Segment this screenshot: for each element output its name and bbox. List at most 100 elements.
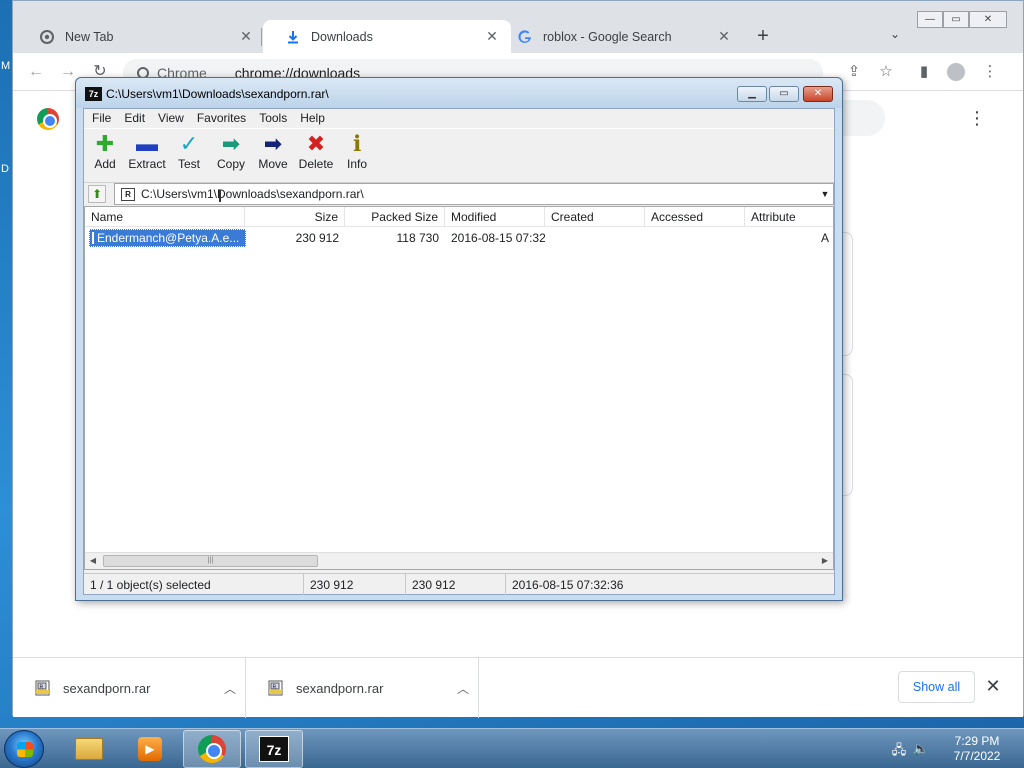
scrollbar-thumb[interactable]: ||| — [103, 555, 318, 567]
clock-date: 7/7/2022 — [953, 749, 1001, 763]
menu-edit[interactable]: Edit — [124, 111, 145, 125]
close-icon[interactable]: ✕ — [237, 28, 255, 45]
chrome-icon — [198, 735, 226, 763]
plus-icon: ✚ — [95, 131, 115, 156]
tab-downloads[interactable]: Downloads ✕ — [263, 20, 511, 53]
list-header: Name Size Packed Size Modified Created A… — [85, 207, 833, 227]
7zip-title-bar[interactable]: 7z C:\Users\vm1\Downloads\sexandporn.rar… — [76, 78, 842, 108]
column-header-created[interactable]: Created — [545, 207, 645, 227]
bookmark-star-icon[interactable]: ☆ — [875, 61, 897, 83]
volume-icon[interactable]: 🔈 — [912, 741, 930, 757]
copy-button[interactable]: ➡ Copy — [210, 131, 252, 177]
add-button[interactable]: ✚ Add — [84, 131, 126, 177]
column-header-name[interactable]: Name — [85, 207, 245, 227]
close-icon[interactable]: ✕ — [715, 28, 733, 45]
profile-avatar-icon[interactable] — [945, 61, 967, 83]
column-header-packed-size[interactable]: Packed Size — [345, 207, 445, 227]
chevron-up-icon[interactable]: ︿ — [215, 680, 245, 697]
download-icon — [285, 29, 301, 45]
column-header-attribute[interactable]: Attribute — [745, 207, 833, 227]
info-button[interactable]: ℹ Info — [336, 131, 378, 177]
chrome-logo-icon — [37, 108, 59, 130]
rar-file-icon: R — [35, 680, 51, 696]
start-button[interactable] — [4, 730, 44, 768]
size-cell: 230 912 — [295, 231, 339, 245]
tab-title: New Tab — [65, 29, 114, 44]
7zip-toolbar: ✚ Add ▬ Extract ✓ Test ➡ Copy ➡ Move ✖ D… — [84, 128, 834, 178]
delete-button[interactable]: ✖ Delete — [294, 131, 338, 177]
maximize-button[interactable]: ▭ — [769, 86, 799, 102]
more-options-icon[interactable]: ⋮ — [968, 108, 986, 129]
svg-text:R: R — [273, 684, 277, 690]
minus-icon: ▬ — [136, 131, 158, 156]
file-name-cell[interactable]: Endermanch@Petya.A.e... — [89, 229, 246, 247]
path-text: C:\Users\vm1\Downloads\sexandporn.rar\ — [141, 187, 364, 201]
test-button[interactable]: ✓ Test — [168, 131, 210, 177]
status-selected: 1 / 1 object(s) selected — [84, 573, 304, 595]
close-shelf-icon[interactable]: ✕ — [983, 676, 1003, 696]
taskbar-chrome[interactable] — [183, 730, 241, 768]
toolbar-label: Info — [346, 157, 367, 171]
scroll-left-arrow-icon[interactable]: ◀ — [85, 553, 101, 569]
system-tray: 🖧 🔈 7:29 PM 7/7/2022 — [884, 729, 1024, 768]
svg-text:R: R — [40, 684, 44, 690]
new-tab-button[interactable]: + — [751, 26, 775, 48]
close-window-button[interactable]: ✕ — [803, 86, 833, 102]
scroll-right-arrow-icon[interactable]: ▶ — [817, 553, 833, 569]
minimize-button[interactable]: ▁ — [737, 86, 767, 102]
show-all-button[interactable]: Show all — [898, 671, 975, 703]
minimize-button[interactable]: — — [917, 11, 943, 28]
window-title: C:\Users\vm1\Downloads\sexandporn.rar\ — [106, 87, 329, 101]
side-panel-icon[interactable]: ▮ — [913, 61, 935, 83]
chevron-up-icon[interactable]: ︿ — [448, 680, 478, 697]
taskbar-media-player[interactable]: ▶ — [121, 730, 179, 768]
tab-roblox-search[interactable]: roblox - Google Search ✕ — [495, 20, 743, 53]
7zip-window: 7z C:\Users\vm1\Downloads\sexandporn.rar… — [75, 77, 843, 601]
x-icon: ✖ — [306, 131, 326, 156]
text-cursor — [219, 190, 221, 202]
shelf-download-item[interactable]: R sexandporn.rar ︿ — [246, 658, 479, 718]
menu-tools[interactable]: Tools — [259, 111, 287, 125]
move-button[interactable]: ➡ Move — [252, 131, 294, 177]
7zip-client-area: File Edit View Favorites Tools Help ✚ Ad… — [83, 108, 835, 595]
shelf-download-item[interactable]: R sexandporn.rar ︿ — [13, 658, 246, 718]
taskbar-7zip[interactable]: 7z — [245, 730, 303, 768]
taskbar: ▶ 7z 🖧 🔈 7:29 PM 7/7/2022 — [0, 728, 1024, 768]
up-folder-icon[interactable]: ⬆ — [88, 185, 106, 203]
toolbar-label: Add — [94, 157, 116, 171]
menu-view[interactable]: View — [158, 111, 184, 125]
tab-new-tab[interactable]: New Tab ✕ — [17, 20, 265, 53]
back-arrow-icon[interactable]: ← — [25, 61, 47, 83]
column-header-modified[interactable]: Modified — [445, 207, 545, 227]
column-header-accessed[interactable]: Accessed — [645, 207, 745, 227]
file-list[interactable]: Name Size Packed Size Modified Created A… — [84, 206, 834, 570]
path-combo[interactable]: R C:\Users\vm1\Downloads\sexandporn.rar\… — [114, 183, 834, 205]
column-header-size[interactable]: Size — [245, 207, 345, 227]
taskbar-explorer[interactable] — [60, 730, 118, 768]
clock[interactable]: 7:29 PM 7/7/2022 — [932, 734, 1022, 764]
table-row[interactable]: Endermanch@Petya.A.e... 230 912 118 730 … — [85, 229, 833, 247]
close-window-button[interactable]: ✕ — [969, 11, 1007, 28]
chevron-down-icon[interactable]: ▼ — [817, 189, 833, 199]
menu-favorites[interactable]: Favorites — [197, 111, 246, 125]
tab-title: roblox - Google Search — [543, 29, 672, 44]
network-icon[interactable]: 🖧 — [890, 741, 908, 757]
tab-search-button[interactable]: ⌄ — [885, 27, 905, 47]
maximize-button[interactable]: ▭ — [943, 11, 969, 28]
move-arrow-icon: ➡ — [263, 131, 283, 156]
share-icon[interactable]: ⇪ — [843, 61, 865, 83]
7zip-icon: 7z — [259, 736, 289, 762]
extract-button[interactable]: ▬ Extract — [124, 131, 170, 177]
status-size: 230 912 — [304, 573, 406, 595]
tab-separator — [261, 28, 262, 46]
check-icon: ✓ — [179, 131, 199, 156]
rar-file-icon: R — [268, 680, 284, 696]
attribute-cell: A — [820, 231, 829, 245]
created-cell — [545, 229, 645, 247]
chrome-menu-icon[interactable]: ⋮ — [979, 61, 1001, 83]
horizontal-scrollbar[interactable]: ◀ ||| ▶ — [85, 552, 833, 569]
menu-help[interactable]: Help — [300, 111, 325, 125]
file-name: Endermanch@Petya.A.e... — [97, 231, 240, 245]
menu-file[interactable]: File — [92, 111, 111, 125]
status-packed: 230 912 — [406, 573, 506, 595]
